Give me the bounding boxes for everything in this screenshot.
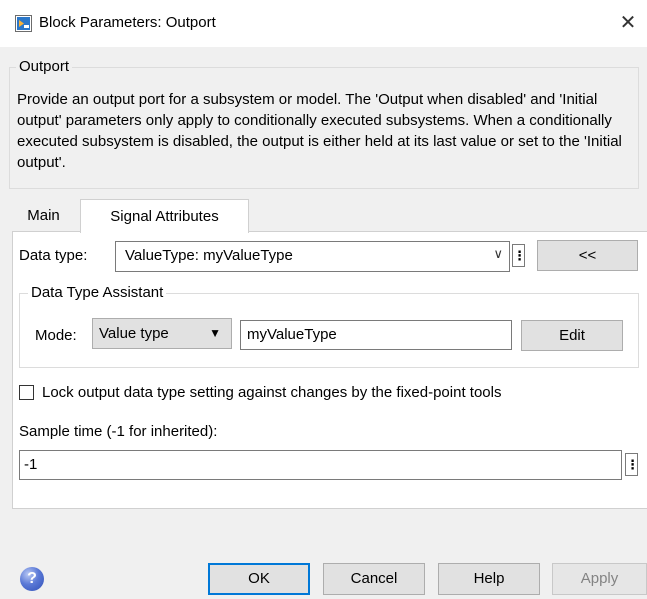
data-type-menu-button[interactable]: ⋮ — [512, 244, 526, 267]
value-type-name-value: myValueType — [247, 326, 337, 343]
vertical-ellipsis-icon: ⋮ — [513, 248, 526, 263]
dropdown-arrow-icon: ▼ — [209, 326, 221, 340]
block-description: Provide an output port for a subsystem o… — [17, 91, 622, 171]
edit-label: Edit — [559, 327, 585, 344]
chevron-down-icon: ∨ — [493, 246, 503, 261]
close-button[interactable]: ✕ — [614, 9, 642, 37]
help-button[interactable]: Help — [438, 563, 540, 595]
close-icon: ✕ — [619, 12, 637, 34]
edit-button[interactable]: Edit — [521, 320, 623, 351]
mode-label: Mode: — [35, 327, 77, 344]
mode-value: Value type — [99, 325, 169, 342]
data-type-label: Data type: — [19, 247, 88, 264]
data-type-combo[interactable]: ValueType: myValueType ∨ — [115, 241, 510, 272]
lock-data-type-checkbox[interactable] — [19, 385, 34, 400]
question-circle-icon[interactable]: ? — [20, 567, 44, 591]
help-label: Help — [473, 570, 505, 587]
simulink-block-icon — [15, 15, 32, 32]
vertical-ellipsis-icon: ⋮ — [626, 457, 639, 472]
data-type-assistant-label: Data Type Assistant — [28, 284, 167, 301]
mode-dropdown[interactable]: Value type ▼ — [92, 318, 232, 349]
tab-signal-attributes[interactable]: Signal Attributes — [80, 199, 249, 233]
apply-button[interactable]: Apply — [552, 563, 647, 595]
apply-label: Apply — [580, 570, 619, 587]
help-glyph: ? — [27, 570, 37, 587]
hide-assistant-label: << — [578, 247, 597, 264]
window-title: Block Parameters: Outport — [39, 14, 216, 31]
sample-time-field[interactable]: -1 — [19, 450, 622, 480]
sample-time-label: Sample time (-1 for inherited): — [19, 423, 218, 440]
block-group-label: Outport — [16, 58, 73, 75]
hide-assistant-button[interactable]: << — [537, 240, 638, 271]
value-type-name-field[interactable]: myValueType — [240, 320, 512, 350]
cancel-button[interactable]: Cancel — [323, 563, 425, 595]
sample-time-value: -1 — [24, 456, 38, 473]
cancel-label: Cancel — [350, 570, 398, 587]
ok-button[interactable]: OK — [208, 563, 310, 595]
ok-label: OK — [248, 570, 270, 587]
tab-main[interactable]: Main — [12, 201, 75, 232]
tab-main-label: Main — [27, 207, 60, 224]
sample-time-menu-button[interactable]: ⋮ — [625, 453, 639, 476]
lock-data-type-label: Lock output data type setting against ch… — [42, 384, 502, 401]
tab-signal-attributes-label: Signal Attributes — [110, 208, 219, 225]
data-type-value: ValueType: myValueType — [125, 247, 293, 264]
